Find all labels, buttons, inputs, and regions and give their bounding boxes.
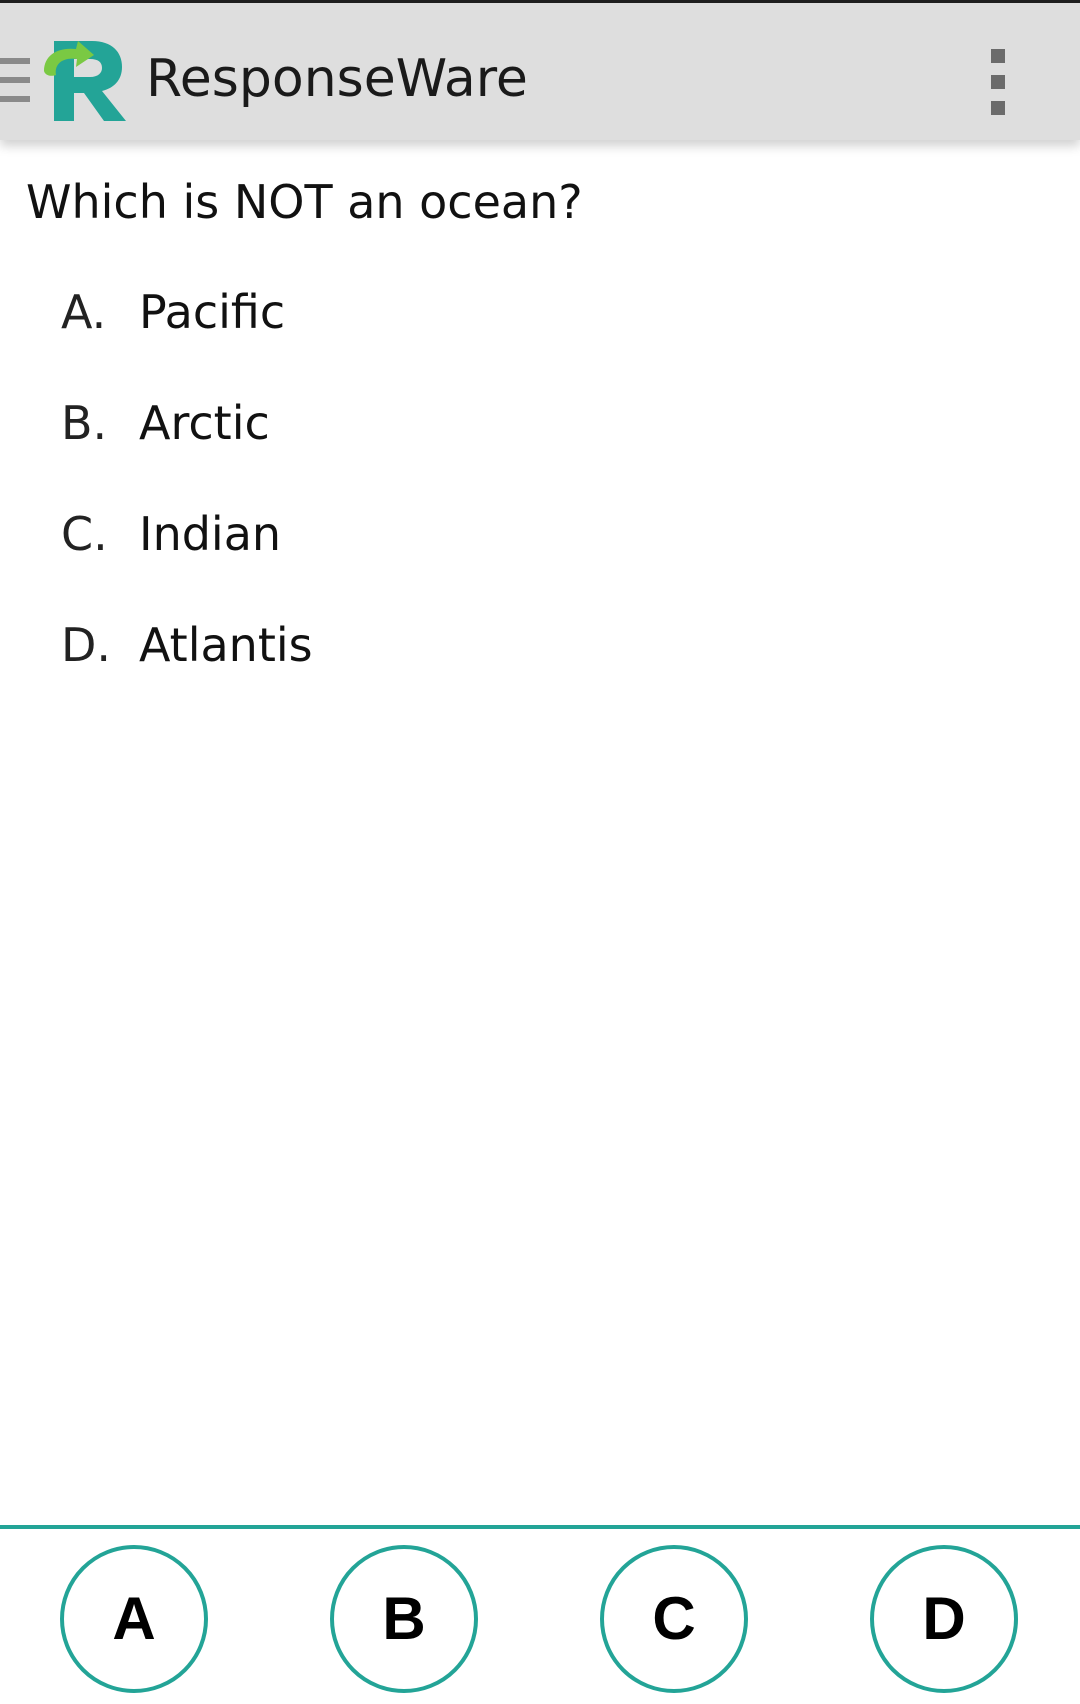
option-text: Atlantis xyxy=(139,618,313,672)
option-letter: C. xyxy=(61,507,108,561)
option-text: Indian xyxy=(139,507,282,561)
answer-options-list: A. Pacific B. Arctic C. Indian D. Atlant… xyxy=(0,280,1080,724)
option-b: B. Arctic xyxy=(0,391,1080,502)
hamburger-up-icon[interactable] xyxy=(0,58,30,102)
responseware-logo-icon[interactable] xyxy=(42,35,130,123)
option-text: Pacific xyxy=(139,285,286,339)
option-letter: D. xyxy=(61,618,112,672)
option-letter: B. xyxy=(61,396,108,450)
option-c: C. Indian xyxy=(0,502,1080,613)
answer-a-button[interactable]: A xyxy=(60,1545,208,1693)
action-bar: ResponseWare xyxy=(0,0,1080,140)
option-d: D. Atlantis xyxy=(0,613,1080,724)
option-text: Arctic xyxy=(139,396,270,450)
option-a: A. Pacific xyxy=(0,280,1080,391)
answer-c-button[interactable]: C xyxy=(600,1545,748,1693)
answer-b-button[interactable]: B xyxy=(330,1545,478,1693)
option-letter: A. xyxy=(61,285,107,339)
answer-button-bar: A B C D xyxy=(0,1525,1080,1704)
question-text: Which is NOT an ocean? xyxy=(26,175,583,229)
overflow-menu-icon[interactable] xyxy=(982,49,1014,115)
app-title: ResponseWare xyxy=(146,49,528,109)
answer-d-button[interactable]: D xyxy=(870,1545,1018,1693)
